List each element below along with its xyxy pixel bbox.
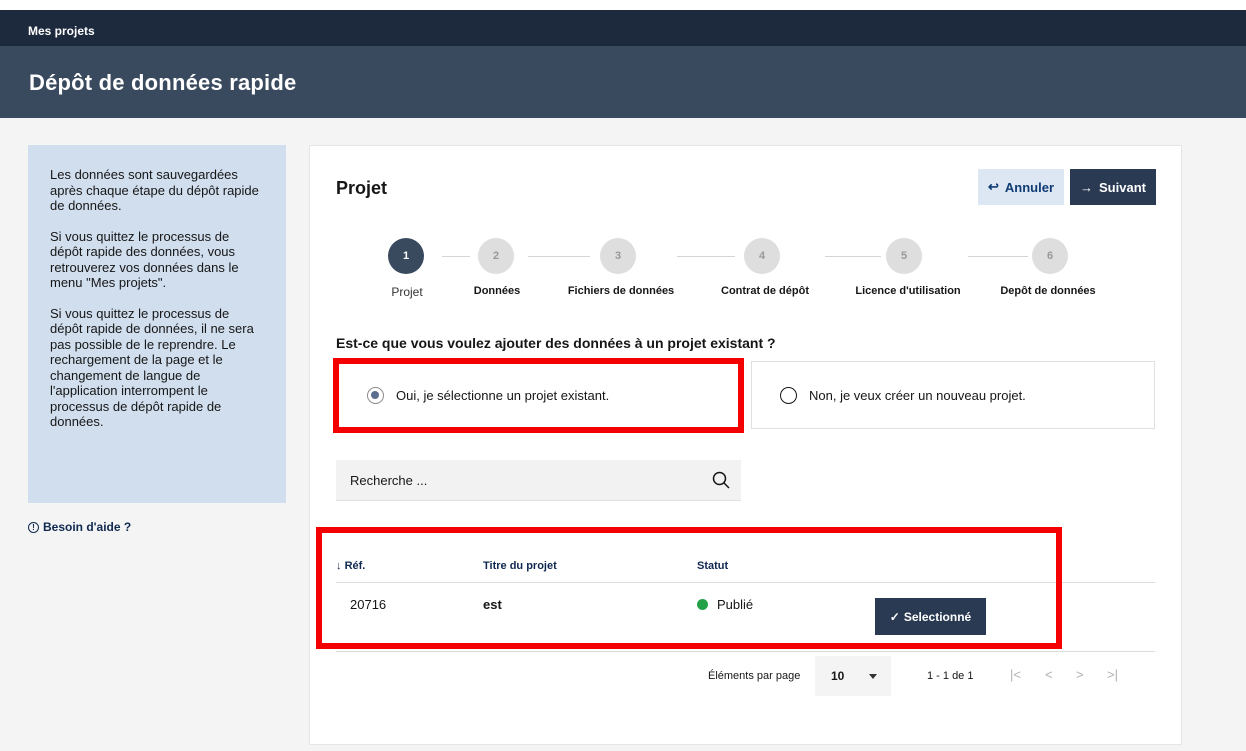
- search-input[interactable]: Recherche ...: [350, 473, 427, 488]
- help-label[interactable]: Besoin d'aide ?: [43, 520, 131, 534]
- wizard-card: Projet ↩ Annuler → Suivant 1 2 3 4 5 6 P…: [309, 145, 1182, 745]
- step-5-label: Licence d'utilisation: [855, 285, 961, 297]
- next-page-icon[interactable]: >: [1076, 667, 1084, 682]
- step-4-circle: 4: [744, 238, 780, 274]
- radio-new-project[interactable]: [780, 386, 797, 404]
- page-header: Dépôt de données rapide: [0, 46, 1246, 118]
- stepper-connector: [968, 256, 1028, 257]
- step-1-label: Projet: [391, 285, 423, 299]
- caret-down-icon: [869, 674, 877, 679]
- items-per-page-select[interactable]: 10: [815, 656, 891, 696]
- cancel-button[interactable]: ↩ Annuler: [978, 169, 1064, 205]
- search-icon[interactable]: [711, 470, 731, 490]
- page-title: Dépôt de données rapide: [29, 70, 297, 95]
- step-6-circle: 6: [1032, 238, 1068, 274]
- step-3-circle: 3: [600, 238, 636, 274]
- last-page-icon[interactable]: >|: [1107, 667, 1118, 682]
- previous-page-icon[interactable]: <: [1045, 667, 1053, 682]
- step-2-circle: 2: [478, 238, 514, 274]
- breadcrumb-label[interactable]: Mes projets: [28, 24, 95, 38]
- step-3-label: Fichiers de données: [567, 285, 675, 297]
- step-1-circle: 1: [388, 238, 424, 274]
- option-new-label: Non, je veux créer un nouveau projet.: [809, 387, 1026, 403]
- highlight-box-table: [316, 527, 1062, 649]
- arrow-right-icon: →: [1080, 179, 1094, 195]
- first-page-icon[interactable]: |<: [1010, 667, 1021, 682]
- stepper-connector: [442, 256, 470, 257]
- project-question: Est-ce que vous voulez ajouter des donné…: [336, 335, 776, 351]
- info-circle-icon: !: [28, 521, 39, 533]
- info-paragraph-2: Si vous quittez le processus de dépôt ra…: [50, 228, 239, 291]
- items-per-page-value: 10: [831, 669, 845, 683]
- option-new-project[interactable]: Non, je veux créer un nouveau projet.: [751, 361, 1155, 429]
- info-paragraph-1: Les données sont sauvegardées après chaq…: [50, 167, 259, 213]
- step-2-label: Données: [473, 285, 521, 297]
- next-button[interactable]: → Suivant: [1070, 169, 1156, 205]
- help-link[interactable]: ! Besoin d'aide ?: [28, 520, 131, 534]
- top-strip: [0, 0, 1246, 10]
- step-6-label: Depôt de données: [1000, 285, 1096, 297]
- highlight-box-option: [333, 358, 744, 433]
- page-range-label: 1 - 1 de 1: [927, 670, 974, 682]
- row-divider: [336, 651, 1155, 652]
- breadcrumb-my-projects[interactable]: Mes projets: [0, 10, 1246, 46]
- undo-icon: ↩: [987, 179, 999, 194]
- cancel-label: Annuler: [1004, 179, 1055, 195]
- step-4-label: Contrat de dépôt: [721, 285, 809, 297]
- items-per-page-label: Éléments par page: [708, 670, 801, 682]
- next-label: Suivant: [1099, 179, 1146, 195]
- stepper-connector: [677, 256, 735, 257]
- stepper-connector: [825, 256, 881, 257]
- search-field[interactable]: Recherche ...: [336, 460, 741, 501]
- step-5-circle: 5: [886, 238, 922, 274]
- info-panel: Les données sont sauvegardées après chaq…: [28, 145, 286, 503]
- stepper-connector: [528, 256, 590, 257]
- card-title: Projet: [336, 178, 388, 198]
- info-paragraph-3: Si vous quittez le processus de dépôt ra…: [50, 305, 254, 430]
